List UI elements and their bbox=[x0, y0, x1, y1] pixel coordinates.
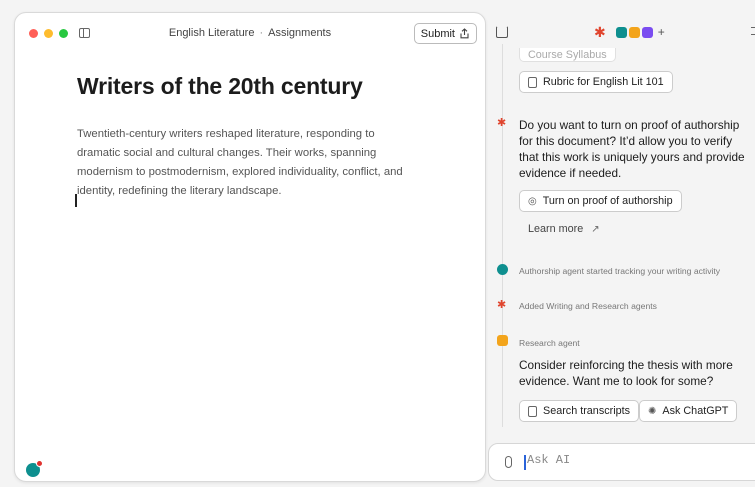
chatgpt-icon: ✺ bbox=[648, 405, 657, 417]
add-agent-icon[interactable]: + bbox=[658, 25, 665, 39]
writing-agent-icon bbox=[641, 26, 653, 38]
learn-more-link[interactable]: Learn more ↗ bbox=[528, 223, 600, 235]
turn-on-authorship-label: Turn on proof of authorship bbox=[542, 195, 673, 207]
authorship-agent-event-icon bbox=[497, 264, 508, 275]
search-transcripts-label: Search transcripts bbox=[543, 405, 631, 417]
menu-icon[interactable] bbox=[751, 27, 755, 35]
star-event-icon: ✱ bbox=[497, 299, 507, 311]
new-chat-icon[interactable] bbox=[496, 26, 508, 38]
breadcrumb-course[interactable]: English Literature bbox=[169, 27, 255, 39]
timeline-line bbox=[502, 44, 503, 427]
star-logo-icon: ✱ bbox=[594, 23, 606, 40]
document-title[interactable]: Writers of the 20th century bbox=[77, 73, 363, 100]
panel-header: ✱ + bbox=[488, 12, 755, 52]
document-body[interactable]: Twentieth-century writers reshaped liter… bbox=[77, 125, 417, 201]
attachment-course-syllabus[interactable]: Course Syllabus bbox=[519, 48, 616, 62]
ask-ai-bar bbox=[488, 443, 755, 481]
research-agent-name: Research agent bbox=[519, 338, 580, 348]
research-agent-icon bbox=[628, 26, 640, 38]
authorship-question: Do you want to turn on proof of authorsh… bbox=[519, 118, 745, 180]
input-caret bbox=[524, 455, 526, 470]
breadcrumb-separator: · bbox=[259, 27, 264, 39]
authorship-status-icon[interactable] bbox=[26, 460, 43, 477]
event-authorship-tracking: Authorship agent started tracking your w… bbox=[519, 266, 721, 276]
turn-on-authorship-button[interactable]: ◎ Turn on proof of authorship bbox=[519, 190, 682, 212]
star-agent-icon: ✱ bbox=[497, 117, 507, 129]
search-transcripts-icon bbox=[528, 405, 537, 417]
assistant-panel: ✱ + Course Syllabus Rubric for English L… bbox=[488, 12, 755, 487]
attachment-rubric[interactable]: Rubric for English Lit 101 bbox=[519, 71, 673, 93]
ask-chatgpt-button[interactable]: ✺ Ask ChatGPT bbox=[639, 400, 738, 422]
breadcrumb-section[interactable]: Assignments bbox=[268, 27, 331, 39]
agent-logos[interactable]: ✱ + bbox=[594, 23, 665, 40]
submit-button[interactable]: Submit bbox=[413, 23, 477, 44]
ask-chatgpt-label: Ask ChatGPT bbox=[662, 405, 729, 417]
submit-label: Submit bbox=[420, 27, 455, 40]
fingerprint-icon: ◎ bbox=[528, 195, 537, 207]
document-window: English Literature · Assignments Submit Wr… bbox=[14, 12, 486, 482]
ask-ai-input[interactable] bbox=[527, 453, 727, 467]
notification-dot bbox=[36, 460, 43, 467]
document-icon bbox=[528, 76, 537, 88]
share-icon bbox=[460, 28, 469, 39]
attachment-label: Rubric for English Lit 101 bbox=[543, 76, 664, 88]
text-cursor bbox=[75, 194, 77, 207]
search-transcripts-button[interactable]: Search transcripts bbox=[519, 400, 640, 422]
event-agents-added: Added Writing and Research agents bbox=[519, 301, 657, 311]
research-agent-message: Consider reinforcing the thesis with mor… bbox=[519, 358, 733, 388]
research-agent-avatar bbox=[497, 335, 508, 346]
authorship-agent-icon bbox=[615, 26, 627, 38]
external-link-icon: ↗ bbox=[591, 223, 600, 235]
learn-more-label: Learn more bbox=[528, 223, 584, 235]
window-titlebar: English Literature · Assignments Submit bbox=[15, 13, 485, 53]
paperclip-icon[interactable] bbox=[505, 456, 512, 468]
attachment-label: Course Syllabus bbox=[528, 48, 607, 61]
